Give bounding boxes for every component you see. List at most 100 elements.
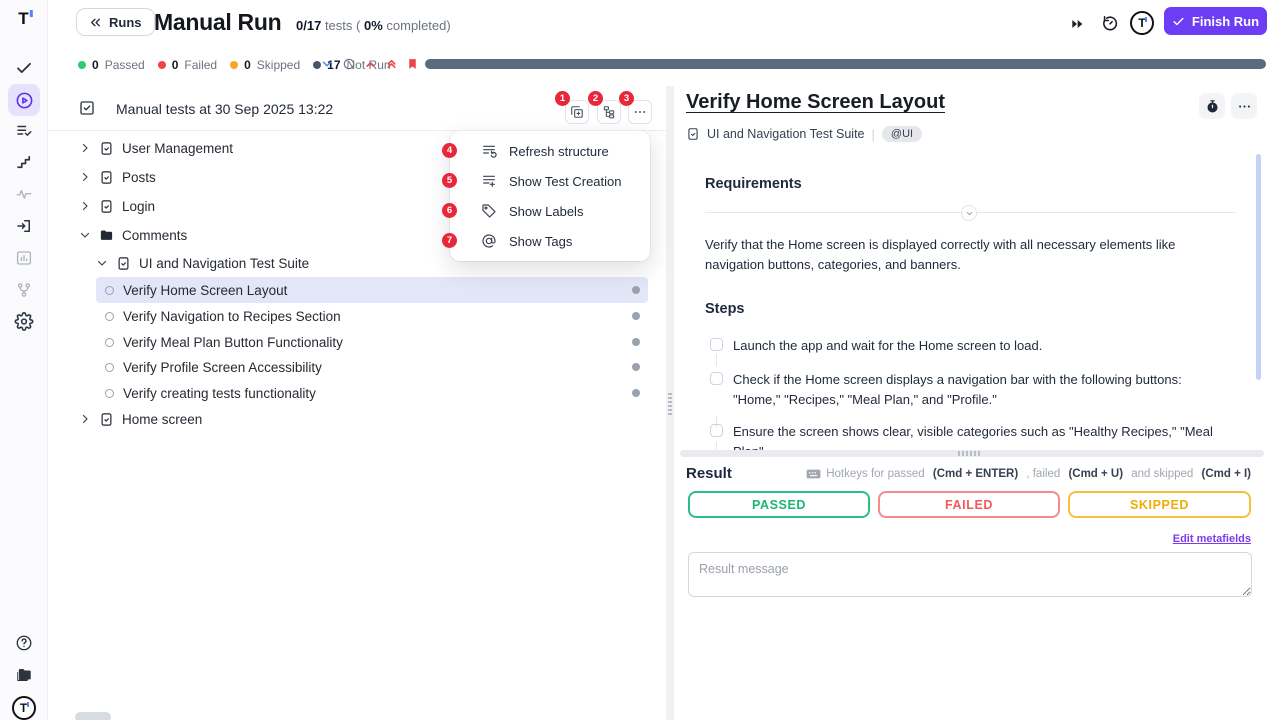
edit-metafields-link[interactable]: Edit metafields <box>1173 533 1251 545</box>
menu-item-show-test-creation[interactable]: 5 Show Test Creation <box>450 166 650 196</box>
check-nav-icon[interactable] <box>15 59 33 77</box>
menu-item-label: Show Tags <box>509 234 572 249</box>
chevron-right-icon[interactable] <box>79 142 91 154</box>
tree-test-label: Verify creating tests functionality <box>123 386 316 401</box>
suite-name[interactable]: UI and Navigation Test Suite <box>707 127 865 141</box>
step-row: Check if the Home screen displays a navi… <box>710 370 1220 410</box>
org-logo-icon[interactable]: T <box>1130 11 1154 35</box>
step-checkbox[interactable] <box>710 372 723 385</box>
tree-title: Manual tests at 30 Sep 2025 13:22 <box>116 101 333 117</box>
test-status-radio[interactable] <box>105 338 114 347</box>
circle-marker-icon[interactable] <box>342 57 356 71</box>
menu-item-show-labels[interactable]: 6 Show Labels <box>450 196 650 226</box>
step-row: Launch the app and wait for the Home scr… <box>710 336 1220 356</box>
file-check-icon <box>99 412 114 427</box>
test-state-dot <box>632 363 640 371</box>
tree-test-label: Verify Meal Plan Button Functionality <box>123 335 343 350</box>
menu-item-show-tags[interactable]: 7 Show Tags <box>450 226 650 256</box>
runs-nav-active[interactable] <box>8 84 40 116</box>
test-status-radio[interactable] <box>105 389 114 398</box>
tour-badge-5: 5 <box>442 173 457 188</box>
git-branch-nav-icon[interactable] <box>15 281 33 299</box>
test-status-radio[interactable] <box>105 286 114 295</box>
result-message-input[interactable] <box>688 552 1252 597</box>
step-text: Check if the Home screen displays a navi… <box>733 370 1220 410</box>
file-check-icon <box>99 141 114 156</box>
timer-icon[interactable] <box>1100 13 1120 33</box>
tree-test-verify-creating-tests-functionality[interactable]: Verify creating tests functionality <box>96 380 648 406</box>
back-to-runs-button[interactable]: Runs <box>76 8 155 36</box>
tree-test-verify-navigation-to-recipes-section[interactable]: Verify Navigation to Recipes Section <box>96 303 648 329</box>
detail-scrollbar[interactable] <box>1256 154 1261 380</box>
tests-percent: 0% <box>364 18 383 33</box>
tree-test-label: Verify Home Screen Layout <box>123 283 287 298</box>
passed-dot-icon <box>78 61 86 69</box>
failed-button[interactable]: FAILED <box>878 491 1060 518</box>
panel-splitter[interactable] <box>666 86 674 720</box>
pulse-nav-icon[interactable] <box>15 185 33 203</box>
step-checkbox[interactable] <box>710 338 723 351</box>
tour-badge-1: 1 <box>555 91 570 106</box>
skipped-button[interactable]: SKIPPED <box>1068 491 1251 518</box>
tree-node-label: Home screen <box>122 412 202 427</box>
import-nav-icon[interactable] <box>15 217 33 235</box>
finish-run-button[interactable]: Finish Run <box>1164 7 1267 35</box>
refresh-structure-icon <box>480 143 497 159</box>
tree-test-verify-profile-screen-accessibility[interactable]: Verify Profile Screen Accessibility <box>96 354 648 380</box>
tree-test-verify-meal-plan-button-functionality[interactable]: Verify Meal Plan Button Functionality <box>96 329 648 355</box>
chevron-down-filter-icon[interactable] <box>320 57 334 71</box>
marker-toolbar <box>320 57 419 71</box>
test-breadcrumb: UI and Navigation Test Suite | @UI <box>686 126 922 142</box>
runs-button-label: Runs <box>109 15 142 30</box>
chevron-right-icon[interactable] <box>79 200 91 212</box>
test-title[interactable]: Verify Home Screen Layout <box>686 91 945 114</box>
duplicate-run-button[interactable] <box>565 100 589 124</box>
tag-badge[interactable]: @UI <box>882 126 922 142</box>
failed-dot-icon <box>158 61 166 69</box>
run-progress-bar <box>425 59 1266 69</box>
test-status-radio[interactable] <box>105 363 114 372</box>
settings-gear-icon[interactable] <box>14 312 33 331</box>
list-check-nav-icon[interactable] <box>15 122 33 140</box>
header: Runs Manual Run 0/17 tests ( 0% complete… <box>48 0 1280 50</box>
docs-icon[interactable] <box>15 666 33 684</box>
chevron-down-icon[interactable] <box>96 257 108 269</box>
detail-more-button[interactable] <box>1231 93 1257 119</box>
tour-badge-3: 3 <box>619 91 634 106</box>
stat-skipped: 0Skipped <box>230 58 300 72</box>
chevron-up-marker-icon[interactable] <box>364 58 377 71</box>
chevron-down-icon[interactable] <box>79 229 91 241</box>
tree-header: Manual tests at 30 Sep 2025 13:22 1 2 3 <box>48 86 666 131</box>
steps-nav-icon[interactable] <box>15 153 33 171</box>
double-chevron-up-marker-icon[interactable] <box>385 58 398 71</box>
stopwatch-button[interactable] <box>1199 93 1225 119</box>
tree-test-verify-home-screen-layout[interactable]: Verify Home Screen Layout <box>96 277 648 303</box>
chart-nav-icon[interactable] <box>15 249 33 267</box>
folder-icon <box>99 228 114 243</box>
status-bar: 0Passed 0Failed 0Skipped 17Not Run <box>48 50 1280 80</box>
step-checkbox[interactable] <box>710 424 723 437</box>
logo-badge-icon[interactable]: T <box>12 696 36 720</box>
double-chevron-left-icon <box>89 16 102 29</box>
menu-item-refresh-structure[interactable]: 4 Refresh structure <box>450 136 650 166</box>
test-state-dot <box>632 312 640 320</box>
tree-node-home-screen[interactable]: Home screen <box>48 406 648 432</box>
requirements-text: Verify that the Home screen is displayed… <box>705 235 1210 274</box>
tests-ratio: 0/17 <box>296 18 321 33</box>
page-title: Manual Run <box>154 9 281 36</box>
splitter-grip-icon <box>668 393 672 417</box>
copy-plus-icon <box>570 105 584 119</box>
tree-node-label: User Management <box>122 141 233 156</box>
at-sign-icon <box>480 233 497 249</box>
help-icon[interactable] <box>15 634 33 652</box>
passed-button[interactable]: PASSED <box>688 491 870 518</box>
collapse-toggle[interactable] <box>961 205 977 221</box>
menu-item-label: Refresh structure <box>509 144 609 159</box>
test-status-radio[interactable] <box>105 312 114 321</box>
bookmark-marker-icon[interactable] <box>406 57 419 71</box>
fast-forward-icon[interactable] <box>1069 16 1085 32</box>
step-connector <box>716 354 717 366</box>
chevron-right-icon[interactable] <box>79 171 91 183</box>
chevron-right-icon[interactable] <box>79 413 91 425</box>
tests-progress-text: 0/17 tests ( 0% completed) <box>296 18 451 33</box>
